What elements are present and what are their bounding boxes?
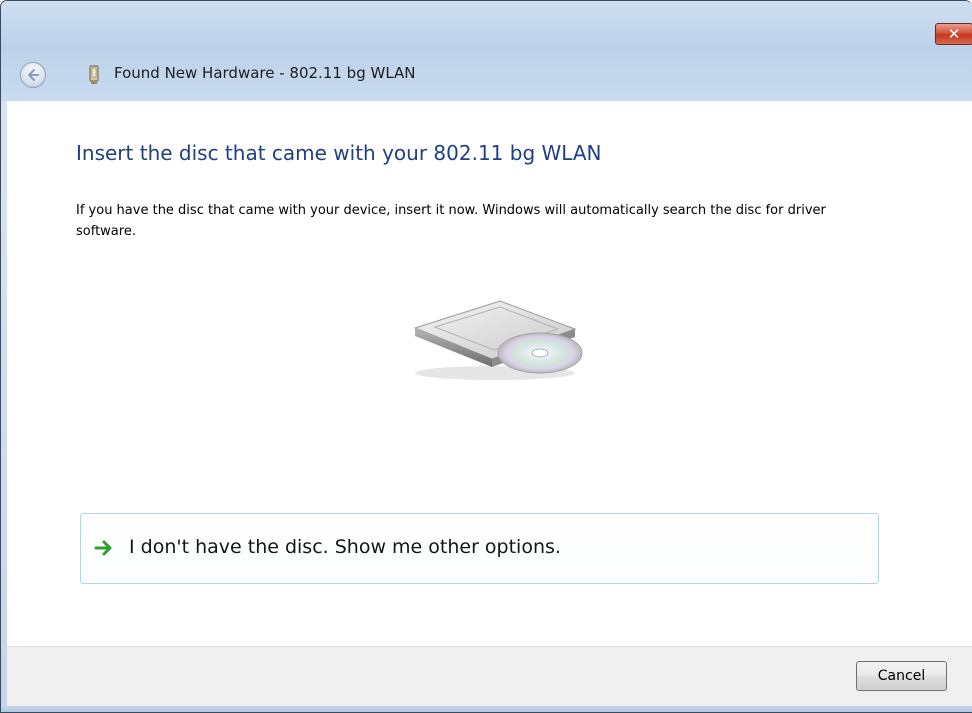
back-button[interactable] (20, 62, 46, 88)
wizard-content: Insert the disc that came with your 802.… (7, 101, 972, 646)
cancel-button[interactable]: Cancel (856, 661, 947, 691)
hardware-device-icon (89, 65, 99, 84)
wizard-window: ✕ Found New Hardware - 802.11 bg WLAN In… (0, 0, 972, 713)
window-frame-bottom (1, 706, 972, 712)
title-bar: ✕ Found New Hardware - 802.11 bg WLAN (1, 1, 972, 101)
button-bar: Cancel (7, 646, 972, 706)
close-button[interactable]: ✕ (935, 23, 972, 45)
window-title: Found New Hardware - 802.11 bg WLAN (114, 64, 416, 82)
instruction-text: If you have the disc that came with your… (76, 203, 826, 239)
page-heading: Insert the disc that came with your 802.… (76, 141, 602, 165)
close-icon: ✕ (947, 25, 961, 43)
no-disc-option-label: I don't have the disc. Show me other opt… (129, 536, 561, 558)
green-arrow-icon (94, 540, 112, 556)
back-arrow-icon (28, 69, 39, 81)
no-disc-option-link[interactable]: I don't have the disc. Show me other opt… (80, 513, 879, 584)
disc-drive-icon (413, 300, 583, 380)
